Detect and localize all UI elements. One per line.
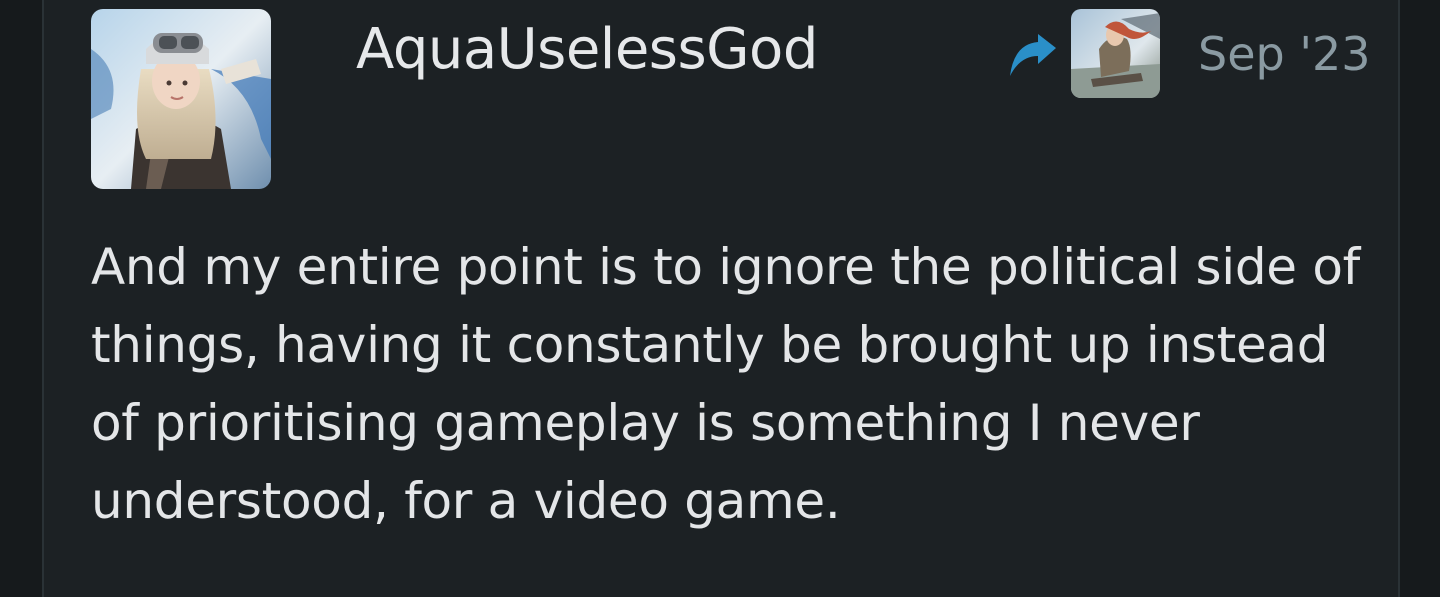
reply-arrow-icon[interactable] bbox=[1006, 32, 1058, 78]
reply-to-avatar[interactable] bbox=[1071, 9, 1160, 98]
post-body-line: understood, for a video game. bbox=[91, 472, 841, 530]
post-body-line: things, having it constantly be brought … bbox=[91, 316, 1329, 374]
post-body-line: And my entire point is to ignore the pol… bbox=[91, 238, 1360, 296]
author-avatar[interactable] bbox=[91, 9, 271, 189]
post-body-line: of prioritising gameplay is something I … bbox=[91, 394, 1200, 452]
post-body: And my entire point is to ignore the pol… bbox=[91, 228, 1381, 540]
post-date[interactable]: Sep '23 bbox=[1198, 22, 1371, 86]
author-username[interactable]: AquaUselessGod bbox=[356, 12, 818, 88]
post-card: AquaUselessGod Sep '23 And my entire poi… bbox=[42, 0, 1400, 597]
